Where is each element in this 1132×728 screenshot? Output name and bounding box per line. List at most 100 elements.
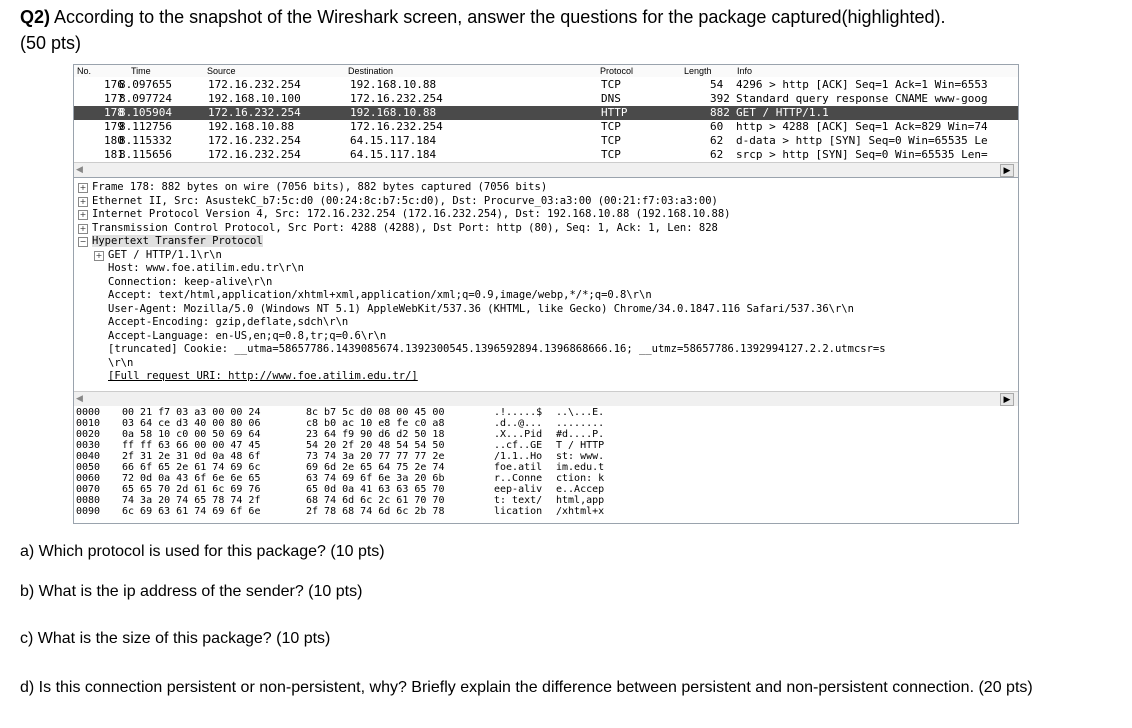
question-heading: Q2) According to the snapshot of the Wir… [20, 4, 1115, 56]
packet-row[interactable]: 180 8.115332 172.16.232.254 64.15.117.184 TC… [74, 134, 1018, 148]
packet-cell-src: 172.16.232.254 [208, 134, 301, 147]
detail-http-user-agent[interactable]: User-Agent: Mozilla/5.0 (Windows NT 5.1)… [108, 303, 854, 316]
packet-cell-info: srcp > http [SYN] Seq=0 Win=65535 Len= [736, 148, 988, 161]
detail-http-host[interactable]: Host: www.foe.atilim.edu.tr\r\n [108, 262, 304, 275]
packet-cell-proto: TCP [601, 120, 621, 133]
question-c: c) What is the size of this package? (10… [20, 630, 331, 647]
packet-cell-len: 882 [710, 106, 730, 119]
hex-row[interactable]: 0080 74 3a 20 74 65 78 74 2f 68 74 6d 6c 2… [74, 495, 1018, 506]
collapse-icon[interactable]: − [78, 237, 88, 247]
hex-cell-a1: eep-aliv [494, 484, 543, 495]
hex-cell-h2: 69 6d 2e 65 64 75 2e 74 [306, 462, 445, 473]
hex-row[interactable]: 0050 66 6f 65 2e 61 74 69 6c 69 6d 2e 65 6… [74, 462, 1018, 473]
packet-cell-time: 8.097655 [119, 78, 172, 91]
detail-http-cookie[interactable]: [truncated] Cookie: __utma=58657786.1439… [108, 343, 886, 356]
packet-row-selected[interactable]: 178 8.105904 172.16.232.254 192.168.10.88 HT… [74, 106, 1018, 120]
detail-http-accept-language[interactable]: Accept-Language: en-US,en;q=0.8,tr;q=0.6… [108, 330, 386, 343]
detail-http-full-uri[interactable]: [Full request URI: http://www.foe.atilim… [108, 370, 418, 383]
hex-cell-h1: 66 6f 65 2e 61 74 69 6c [122, 462, 261, 473]
column-header-time[interactable]: Time [131, 65, 151, 77]
hex-dump-pane: 0000 00 21 f7 03 a3 00 00 24 8c b7 5c d0 0… [74, 406, 1018, 523]
scroll-right-icon[interactable]: ▶ [1000, 164, 1014, 177]
detail-ethernet[interactable]: + Ethernet II, Src: AsustekC_b7:5c:d0 (00… [78, 195, 718, 208]
hex-cell-off: 0020 [76, 429, 101, 440]
hex-cell-a1: .!.....$ [494, 407, 543, 418]
hex-cell-a2: ction: k [556, 473, 605, 484]
wireshark-window: No. Time Source Destination Protocol Len… [73, 64, 1019, 524]
hex-cell-h2: 68 74 6d 6c 2c 61 70 70 [306, 495, 445, 506]
packet-cell-time: 8.112756 [119, 120, 172, 133]
packet-row[interactable]: 179 8.112756 192.168.10.88 172.16.232.254 TC… [74, 120, 1018, 134]
expand-icon[interactable]: + [78, 210, 88, 220]
hex-cell-h1: 6c 69 63 61 74 69 6f 6e [122, 506, 261, 517]
expand-icon[interactable]: + [78, 183, 88, 193]
hex-row[interactable]: 0010 03 64 ce d3 40 00 80 06 c8 b0 ac 10 e… [74, 418, 1018, 429]
detail-http-accept-encoding[interactable]: Accept-Encoding: gzip,deflate,sdch\r\n [108, 316, 348, 329]
details-hscrollbar[interactable]: ◀ ▶ [74, 391, 1018, 406]
column-header-protocol[interactable]: Protocol [600, 65, 633, 77]
packet-list-pane: No. Time Source Destination Protocol Len… [74, 65, 1018, 178]
hex-cell-a2: im.edu.t [556, 462, 605, 473]
hex-cell-a1: t: text/ [494, 495, 543, 506]
hex-cell-h1: 00 21 f7 03 a3 00 00 24 [122, 407, 261, 418]
packet-list-header: No. Time Source Destination Protocol Len… [74, 65, 1018, 77]
scroll-left-icon[interactable]: ◀ [76, 164, 88, 175]
hex-cell-a2: /xhtml+x [556, 506, 605, 517]
question-b: b) What is the ip address of the sender?… [20, 583, 363, 600]
hex-cell-h1: 03 64 ce d3 40 00 80 06 [122, 418, 261, 429]
detail-http[interactable]: − Hypertext Transfer Protocol [78, 235, 263, 248]
hex-cell-a2: T / HTTP [556, 440, 605, 451]
detail-http-accept[interactable]: Accept: text/html,application/xhtml+xml,… [108, 289, 652, 302]
packet-row[interactable]: 177 8.097724 192.168.10.100 172.16.232.254 D… [74, 92, 1018, 106]
hex-cell-a2: ........ [556, 418, 605, 429]
expand-icon[interactable]: + [78, 196, 88, 207]
hex-cell-a2: e..Accep [556, 484, 605, 495]
hex-row[interactable]: 0030 ff ff 63 66 00 00 47 45 54 20 2f 20 4… [74, 440, 1018, 451]
hex-row[interactable]: 0020 0a 58 10 c0 00 50 69 64 23 64 f9 90 d… [74, 429, 1018, 440]
detail-http-crlf[interactable]: \r\n [108, 357, 133, 370]
packet-cell-src: 172.16.232.254 [208, 78, 301, 91]
packet-cell-dst: 64.15.117.184 [350, 134, 437, 147]
column-header-destination[interactable]: Destination [348, 65, 393, 77]
hex-cell-a2: st: www. [556, 451, 605, 462]
packet-cell-len: 60 [710, 120, 724, 133]
question-number: Q2) [20, 7, 51, 27]
hex-row[interactable]: 0060 72 0d 0a 43 6f 6e 6e 65 63 74 69 6f 6… [74, 473, 1018, 484]
detail-http-connection[interactable]: Connection: keep-alive\r\n [108, 276, 272, 289]
column-header-source[interactable]: Source [207, 65, 236, 77]
hex-row[interactable]: 0070 65 65 70 2d 61 6c 69 76 65 0d 0a 41 6… [74, 484, 1018, 495]
packet-cell-time: 8.105904 [119, 106, 172, 119]
hex-row[interactable]: 0040 2f 31 2e 31 0d 0a 48 6f 73 74 3a 20 7… [74, 451, 1018, 462]
hex-cell-off: 0080 [76, 495, 101, 506]
hex-cell-off: 0090 [76, 506, 101, 517]
column-header-no[interactable]: No. [77, 65, 91, 77]
expand-icon[interactable]: + [78, 223, 88, 234]
hex-cell-h1: 2f 31 2e 31 0d 0a 48 6f [122, 451, 261, 462]
packet-cell-src: 172.16.232.254 [208, 106, 301, 119]
detail-http-get[interactable]: + GET / HTTP/1.1\r\n [94, 249, 222, 262]
packet-cell-src: 192.168.10.100 [208, 92, 301, 105]
hex-cell-h2: 23 64 f9 90 d6 d2 50 18 [306, 429, 445, 440]
hex-cell-h2: c8 b0 ac 10 e8 fe c0 a8 [306, 418, 445, 429]
packet-list-hscrollbar[interactable]: ◀ ▶ [74, 162, 1018, 177]
hex-cell-h2: 65 0d 0a 41 63 63 65 70 [306, 484, 445, 495]
scroll-right-icon[interactable]: ▶ [1000, 393, 1014, 406]
scroll-left-icon[interactable]: ◀ [76, 393, 88, 404]
hex-cell-off: 0000 [76, 407, 101, 418]
hex-row[interactable]: 0090 6c 69 63 61 74 69 6f 6e 2f 78 68 74 6… [74, 506, 1018, 517]
column-header-length[interactable]: Length [684, 65, 712, 77]
packet-row[interactable]: 176 8.097655 172.16.232.254 192.168.10.88 TC… [74, 78, 1018, 92]
hex-cell-a2: ..\...E. [556, 407, 605, 418]
detail-ip[interactable]: + Internet Protocol Version 4, Src: 172.1… [78, 208, 730, 221]
packet-cell-len: 392 [710, 92, 730, 105]
packet-row[interactable]: 181 8.115656 172.16.232.254 64.15.117.184 TC… [74, 148, 1018, 162]
packet-cell-proto: TCP [601, 78, 621, 91]
hex-cell-off: 0050 [76, 462, 101, 473]
detail-tcp[interactable]: + Transmission Control Protocol, Src Port… [78, 222, 718, 235]
detail-frame[interactable]: + Frame 178: 882 bytes on wire (7056 bits… [78, 181, 547, 194]
hex-row[interactable]: 0000 00 21 f7 03 a3 00 00 24 8c b7 5c d0 0… [74, 407, 1018, 418]
expand-icon[interactable]: + [94, 250, 104, 261]
packet-cell-dst: 192.168.10.88 [350, 78, 437, 91]
packet-cell-dst: 64.15.117.184 [350, 148, 437, 161]
column-header-info[interactable]: Info [737, 65, 752, 77]
